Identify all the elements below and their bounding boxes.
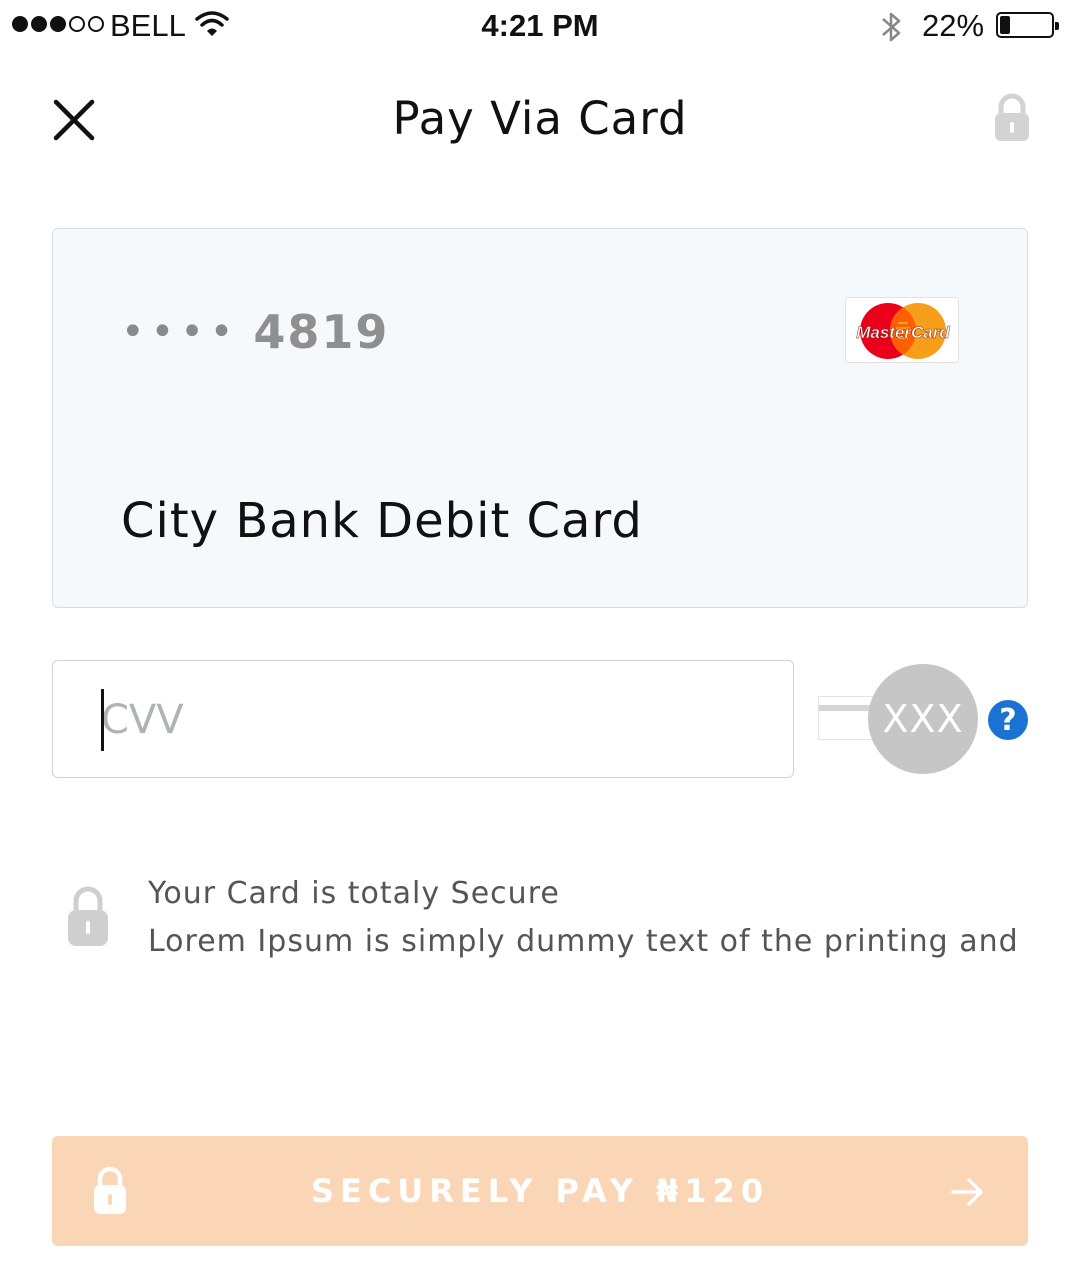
svg-text:MasterCard: MasterCard bbox=[856, 323, 950, 342]
card-number-mask: •••• bbox=[121, 309, 240, 355]
card-number: •••• 4819 bbox=[121, 305, 389, 359]
lock-icon bbox=[995, 93, 1029, 141]
mastercard-logo: MasterCard bbox=[845, 297, 959, 363]
saved-card[interactable]: •••• 4819 MasterCard City Bank Debit Car… bbox=[52, 228, 1028, 608]
cvv-hint-badge: XXX bbox=[868, 664, 978, 774]
cvv-field[interactable] bbox=[52, 660, 794, 778]
text-cursor bbox=[101, 689, 104, 751]
pay-button-label: SECURELY PAY ₦120 bbox=[310, 1172, 770, 1210]
card-last-four: 4819 bbox=[253, 305, 390, 359]
cvv-help-button[interactable]: ? bbox=[988, 700, 1028, 740]
status-time: 4:21 PM bbox=[481, 8, 599, 43]
security-note-description: Lorem Ipsum is simply dummy text of the … bbox=[148, 924, 1019, 959]
page-title: Pay Via Card bbox=[392, 92, 688, 145]
cvv-input[interactable] bbox=[101, 687, 701, 753]
battery-icon bbox=[996, 12, 1059, 38]
securely-pay-button[interactable]: SECURELY PAY ₦120 bbox=[52, 1136, 1028, 1246]
bluetooth-icon bbox=[882, 12, 901, 42]
question-circle-icon: ? bbox=[999, 702, 1017, 738]
security-note-title: Your Card is totaly Secure bbox=[148, 876, 560, 911]
secure-lock-icon bbox=[68, 886, 108, 946]
battery-percentage: 22% bbox=[922, 8, 985, 43]
status-bar: BELL 4:21 PM 22% bbox=[0, 0, 1080, 54]
cvv-hint-illustration: XXX bbox=[818, 664, 978, 776]
card-name: City Bank Debit Card bbox=[121, 493, 643, 549]
arrow-right-icon bbox=[951, 1178, 983, 1206]
